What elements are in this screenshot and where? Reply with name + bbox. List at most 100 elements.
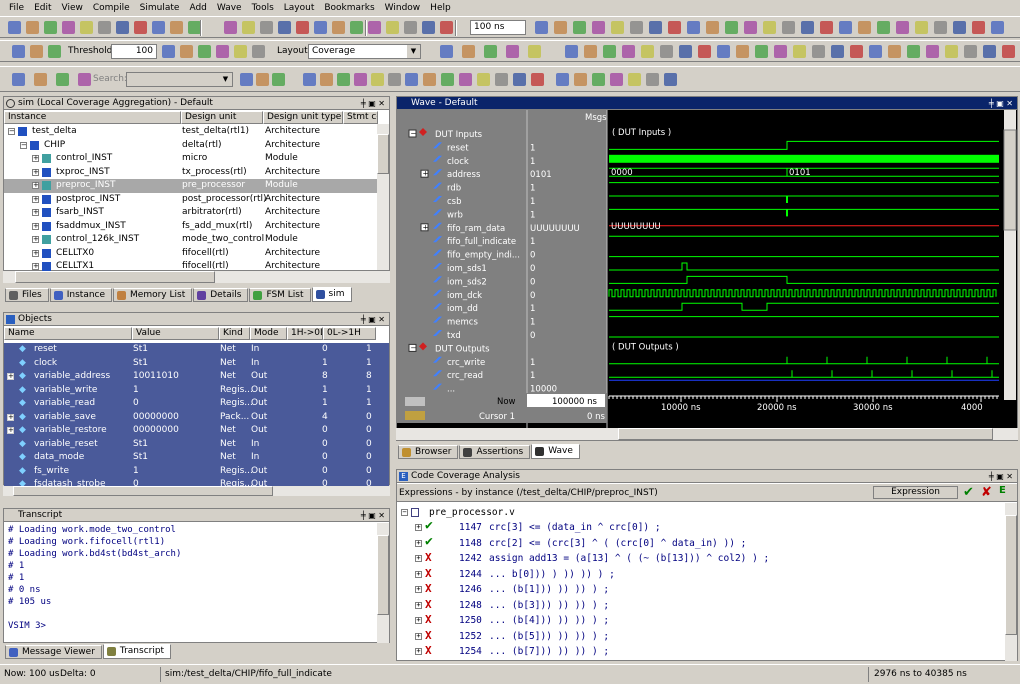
coverage-line[interactable]: + X 1246 ... (b[1])) )) )) ) ;: [401, 582, 991, 597]
sim-row[interactable]: + fsarb_INST arbitrator(rtl) Architecture: [4, 206, 378, 220]
tab-assertions[interactable]: Assertions: [459, 445, 531, 459]
print-icon[interactable]: [744, 21, 757, 34]
paste-icon[interactable]: [513, 73, 526, 86]
print-icon[interactable]: [506, 45, 519, 58]
new-icon[interactable]: [440, 45, 453, 58]
sim-row[interactable]: + fsaddmux_INST fs_add_mux(rtl) Architectur…: [4, 220, 378, 234]
check-icon[interactable]: ✔: [963, 485, 974, 500]
transcript-vscroll[interactable]: [377, 523, 389, 643]
cut-icon[interactable]: [80, 21, 93, 34]
new-icon[interactable]: [162, 45, 175, 58]
print-icon[interactable]: [774, 45, 787, 58]
tab-transcript[interactable]: Transcript: [102, 644, 172, 659]
expand-icon[interactable]: +: [415, 617, 422, 624]
menu-simulate[interactable]: Simulate: [135, 0, 185, 16]
copy-icon[interactable]: [388, 73, 401, 86]
undo-icon[interactable]: [972, 21, 985, 34]
expand-icon[interactable]: +: [32, 168, 39, 176]
print-icon[interactable]: [592, 21, 605, 34]
tab-instance[interactable]: Instance: [49, 288, 113, 302]
sim-col-header[interactable]: Stmt cou: [343, 111, 378, 124]
coverage-vscroll[interactable]: [1005, 503, 1017, 661]
threshold-input[interactable]: 100: [111, 44, 157, 59]
expand-icon[interactable]: +: [32, 155, 39, 162]
save-icon[interactable]: [484, 45, 497, 58]
print-icon[interactable]: [354, 73, 367, 86]
new-icon[interactable]: [839, 21, 852, 34]
paste-icon[interactable]: [831, 45, 844, 58]
sim-row[interactable]: − test_delta test_delta(rtl1) Architecture: [4, 125, 378, 139]
cut-icon[interactable]: [915, 21, 928, 34]
expand-icon[interactable]: −: [401, 509, 408, 516]
open-icon[interactable]: [170, 21, 183, 34]
coverage-line[interactable]: + X 1244 ... b[0])) ) )) )) ) ;: [401, 567, 991, 582]
object-row[interactable]: ◆ variable_read 0 Regis... Out 1 1: [4, 397, 389, 411]
tab-wave[interactable]: Wave: [531, 444, 580, 459]
paste-icon[interactable]: [983, 45, 996, 58]
print-icon[interactable]: [926, 45, 939, 58]
expand-icon[interactable]: +: [32, 236, 39, 243]
new-icon[interactable]: [240, 73, 253, 86]
new-icon[interactable]: [869, 45, 882, 58]
coverage-line[interactable]: + X 1250 ... (b[4])) )) )) ) ;: [401, 613, 991, 628]
print-icon[interactable]: [896, 21, 909, 34]
cut-icon[interactable]: [242, 21, 255, 34]
objects-col-header[interactable]: Kind: [219, 327, 250, 340]
save-icon[interactable]: [44, 21, 57, 34]
new-icon[interactable]: [556, 73, 569, 86]
expand-icon[interactable]: +: [415, 586, 422, 593]
open-icon[interactable]: [34, 73, 47, 86]
undo-icon[interactable]: [440, 21, 453, 34]
expand-icon[interactable]: +: [7, 413, 14, 421]
expand-icon[interactable]: +: [32, 195, 39, 203]
menu-layout[interactable]: Layout: [279, 0, 320, 16]
copy-icon[interactable]: [98, 21, 111, 34]
new-icon[interactable]: [12, 45, 25, 58]
undo-icon[interactable]: [850, 45, 863, 58]
save-icon[interactable]: [350, 21, 363, 34]
objects-col-header[interactable]: Value: [132, 327, 219, 340]
new-icon[interactable]: [314, 21, 327, 34]
sim-row[interactable]: + txproc_INST tx_process(rtl) Architecture: [4, 166, 378, 180]
open-icon[interactable]: [26, 21, 39, 34]
transcript-prompt[interactable]: VSIM 3>: [8, 620, 181, 632]
object-row[interactable]: ◆ variable_reset St1 Net In 0 0: [4, 437, 389, 451]
copy-icon[interactable]: [404, 21, 417, 34]
undo-icon[interactable]: [531, 73, 544, 86]
e-icon[interactable]: E: [999, 485, 1006, 496]
tab-fsm-list[interactable]: FSM List: [249, 288, 311, 302]
cut-icon[interactable]: [234, 45, 247, 58]
menu-window[interactable]: Window: [380, 0, 426, 16]
expand-icon[interactable]: +: [415, 524, 422, 531]
new-icon[interactable]: [991, 21, 1004, 34]
copy-icon[interactable]: [934, 21, 947, 34]
object-row[interactable]: + ◆ variable_save 00000000 Pack... Out 4 0: [4, 410, 389, 424]
object-row[interactable]: ◆ variable_write 1 Regis... Out 1 1: [4, 383, 389, 397]
coverage-line[interactable]: + X 1248 ... (b[3])) )) )) ) ;: [401, 598, 991, 613]
layout-select[interactable]: Coverage: [308, 44, 421, 59]
undo-icon[interactable]: [698, 45, 711, 58]
expand-icon[interactable]: +: [32, 222, 39, 230]
undo-icon[interactable]: [1002, 45, 1015, 58]
coverage-line[interactable]: + ✔ 1148 crc[2] <= (crc[3] ^ ( (crc[0] ^ da…: [401, 536, 991, 551]
cut-icon[interactable]: [641, 45, 654, 58]
open-icon[interactable]: [584, 45, 597, 58]
object-row[interactable]: ◆ reset St1 Net In 0 1: [4, 343, 389, 357]
paste-icon[interactable]: [278, 21, 291, 34]
tab-message-viewer[interactable]: Message Viewer: [5, 645, 102, 659]
paste-icon[interactable]: [649, 21, 662, 34]
save-icon[interactable]: [603, 45, 616, 58]
run-length-input[interactable]: 100 ns: [470, 20, 526, 35]
x-icon[interactable]: ✘: [981, 485, 992, 500]
undo-icon[interactable]: [134, 21, 147, 34]
cut-icon[interactable]: [371, 73, 384, 86]
sim-row[interactable]: − CHIP delta(rtl) Architecture: [4, 139, 378, 153]
save-icon[interactable]: [48, 45, 61, 58]
new-icon[interactable]: [12, 73, 25, 86]
paste-icon[interactable]: [953, 21, 966, 34]
open-icon[interactable]: [320, 73, 333, 86]
objects-col-header[interactable]: 1H->0L: [287, 327, 323, 340]
copy-icon[interactable]: [630, 21, 643, 34]
sim-col-header[interactable]: Instance: [4, 111, 181, 124]
print-icon[interactable]: [368, 21, 381, 34]
